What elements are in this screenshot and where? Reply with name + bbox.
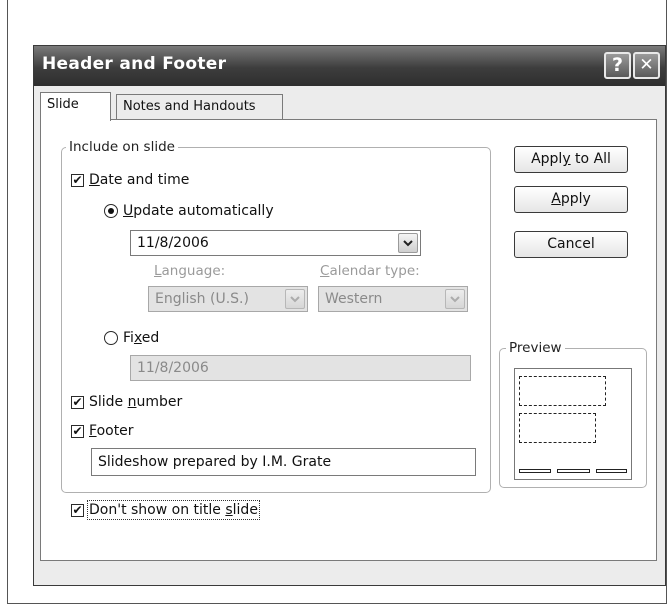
footer-label: Footer [89, 423, 134, 439]
language-dropdown[interactable]: English (U.S.) [148, 286, 308, 312]
dont-show-title-slide-row[interactable]: ✔ Don't show on title slide [71, 500, 260, 520]
preview-body-placeholder [519, 413, 596, 443]
language-label: Language: [154, 263, 226, 279]
preview-footer-area [557, 469, 590, 473]
update-automatically-radio[interactable] [104, 204, 118, 218]
fixed-label: Fixed [123, 330, 160, 346]
update-automatically-radio-row[interactable]: Update automatically [104, 203, 274, 219]
dialog-title: Header and Footer [42, 54, 227, 74]
close-button[interactable]: ✕ [633, 52, 660, 79]
preview-group: Preview [499, 340, 647, 488]
footer-checkbox[interactable]: ✔ [71, 424, 84, 438]
language-value: English (U.S.) [155, 291, 249, 307]
fixed-radio-row[interactable]: Fixed [104, 330, 159, 346]
slide-number-label: Slide number [89, 394, 183, 410]
cancel-button[interactable]: Cancel [514, 231, 628, 258]
fixed-date-input[interactable]: 11/8/2006 [130, 355, 471, 381]
preview-title-placeholder [519, 376, 606, 406]
title-bar[interactable]: Header and Footer ? ✕ [34, 46, 665, 86]
tab-panel-slide: Include on slide ✔ Date and time Update … [40, 119, 657, 561]
dont-show-title-slide-label: Don't show on title slide [87, 500, 260, 520]
apply-to-all-button[interactable]: Apply to All [514, 146, 628, 173]
slide-number-checkbox-row[interactable]: ✔ Slide number [71, 394, 182, 410]
footer-checkbox-row[interactable]: ✔ Footer [71, 423, 134, 439]
fixed-radio[interactable] [104, 331, 118, 345]
tab-notes-handouts[interactable]: Notes and Handouts [116, 94, 283, 120]
calendar-type-dropdown[interactable]: Western [318, 286, 468, 312]
date-time-label: Date and time [89, 172, 190, 188]
date-time-checkbox[interactable]: ✔ [71, 173, 84, 187]
fixed-date-value: 11/8/2006 [137, 360, 209, 376]
date-time-checkbox-row[interactable]: ✔ Date and time [71, 172, 189, 188]
include-group-legend: Include on slide [66, 139, 178, 155]
auto-date-dropdown[interactable]: 11/8/2006 [130, 230, 421, 256]
preview-date-area [519, 469, 551, 473]
auto-date-value: 11/8/2006 [137, 235, 209, 251]
preview-slide-thumbnail [514, 368, 632, 480]
chevron-down-icon[interactable] [398, 233, 418, 253]
calendar-type-value: Western [325, 291, 383, 307]
chevron-down-icon[interactable] [445, 289, 465, 309]
preview-legend: Preview [506, 340, 565, 356]
header-footer-dialog: Header and Footer ? ✕ Slide Notes and Ha… [33, 45, 666, 586]
chevron-down-icon[interactable] [285, 289, 305, 309]
help-button[interactable]: ? [604, 52, 631, 79]
dont-show-title-slide-checkbox[interactable]: ✔ [71, 503, 84, 517]
include-on-slide-group: Include on slide [61, 139, 491, 493]
update-automatically-label: Update automatically [123, 203, 274, 219]
footer-text-value: Slideshow prepared by I.M. Grate [98, 454, 332, 470]
calendar-type-label: Calendar type: [320, 263, 420, 279]
preview-number-area [596, 469, 627, 473]
footer-text-input[interactable]: Slideshow prepared by I.M. Grate [91, 448, 476, 476]
apply-button[interactable]: Apply [514, 186, 628, 213]
tab-slide[interactable]: Slide [40, 92, 111, 121]
slide-number-checkbox[interactable]: ✔ [71, 395, 84, 409]
